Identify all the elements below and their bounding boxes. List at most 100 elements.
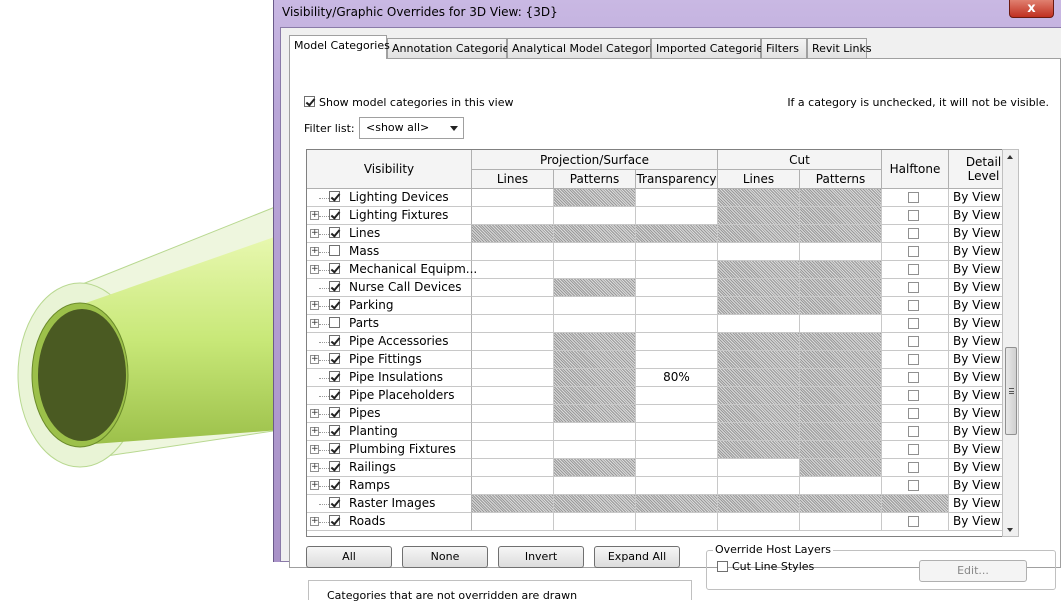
transparency-cell[interactable] bbox=[636, 207, 718, 225]
transparency-cell[interactable] bbox=[636, 405, 718, 423]
tab-imported-categories[interactable]: Imported Categories bbox=[651, 38, 769, 58]
projection-lines-cell[interactable] bbox=[472, 513, 554, 531]
transparency-cell[interactable] bbox=[636, 243, 718, 261]
projection-lines-cell[interactable] bbox=[472, 423, 554, 441]
halftone-checkbox[interactable] bbox=[908, 444, 919, 455]
expand-icon[interactable]: + bbox=[310, 247, 319, 256]
table-row[interactable]: + Parts By View bbox=[307, 315, 1018, 333]
cut-lines-cell[interactable] bbox=[718, 369, 800, 387]
transparency-cell[interactable] bbox=[636, 261, 718, 279]
table-row[interactable]: + Railings By View bbox=[307, 459, 1018, 477]
cut-lines-cell[interactable] bbox=[718, 261, 800, 279]
table-row[interactable]: Nurse Call Devices By View bbox=[307, 279, 1018, 297]
projection-patterns-cell[interactable] bbox=[554, 297, 636, 315]
expand-icon[interactable]: + bbox=[310, 229, 319, 238]
cut-lines-cell[interactable] bbox=[718, 495, 800, 513]
projection-patterns-cell[interactable] bbox=[554, 243, 636, 261]
cut-patterns-cell[interactable] bbox=[800, 405, 882, 423]
expand-icon[interactable]: + bbox=[310, 517, 319, 526]
cut-lines-cell[interactable] bbox=[718, 387, 800, 405]
cut-patterns-cell[interactable] bbox=[800, 513, 882, 531]
category-visibility-checkbox[interactable] bbox=[329, 425, 340, 436]
cut-line-styles-checkbox[interactable] bbox=[717, 561, 728, 572]
projection-patterns-cell[interactable] bbox=[554, 351, 636, 369]
close-button[interactable]: x bbox=[1009, 0, 1054, 18]
cut-lines-cell[interactable] bbox=[718, 225, 800, 243]
cut-patterns-cell[interactable] bbox=[800, 423, 882, 441]
cut-lines-cell[interactable] bbox=[718, 207, 800, 225]
projection-patterns-cell[interactable] bbox=[554, 261, 636, 279]
projection-lines-cell[interactable] bbox=[472, 405, 554, 423]
transparency-cell[interactable]: 80% bbox=[636, 369, 718, 387]
transparency-cell[interactable] bbox=[636, 297, 718, 315]
projection-lines-cell[interactable] bbox=[472, 441, 554, 459]
expand-icon[interactable]: + bbox=[310, 481, 319, 490]
projection-lines-cell[interactable] bbox=[472, 261, 554, 279]
cut-lines-cell[interactable] bbox=[718, 405, 800, 423]
invert-button[interactable]: Invert bbox=[498, 546, 584, 568]
halftone-checkbox[interactable] bbox=[908, 390, 919, 401]
category-visibility-checkbox[interactable] bbox=[329, 335, 340, 346]
cut-lines-cell[interactable] bbox=[718, 297, 800, 315]
cut-lines-cell[interactable] bbox=[718, 315, 800, 333]
table-row[interactable]: + Ramps By View bbox=[307, 477, 1018, 495]
cut-patterns-cell[interactable] bbox=[800, 495, 882, 513]
expand-icon[interactable]: + bbox=[310, 265, 319, 274]
projection-patterns-cell[interactable] bbox=[554, 459, 636, 477]
cut-patterns-cell[interactable] bbox=[800, 315, 882, 333]
projection-patterns-cell[interactable] bbox=[554, 225, 636, 243]
expand-icon[interactable]: + bbox=[310, 319, 319, 328]
projection-lines-cell[interactable] bbox=[472, 297, 554, 315]
projection-patterns-cell[interactable] bbox=[554, 495, 636, 513]
halftone-checkbox[interactable] bbox=[908, 516, 919, 527]
cut-lines-cell[interactable] bbox=[718, 351, 800, 369]
tab-filters[interactable]: Filters bbox=[761, 38, 807, 58]
category-visibility-checkbox[interactable] bbox=[329, 227, 340, 238]
table-row[interactable]: Lighting Devices By View bbox=[307, 189, 1018, 207]
projection-lines-cell[interactable] bbox=[472, 315, 554, 333]
table-row[interactable]: Pipe Placeholders By View bbox=[307, 387, 1018, 405]
none-button[interactable]: None bbox=[402, 546, 488, 568]
cut-patterns-cell[interactable] bbox=[800, 279, 882, 297]
halftone-checkbox[interactable] bbox=[908, 336, 919, 347]
cut-patterns-cell[interactable] bbox=[800, 297, 882, 315]
projection-patterns-cell[interactable] bbox=[554, 441, 636, 459]
cut-lines-cell[interactable] bbox=[718, 279, 800, 297]
category-visibility-checkbox[interactable] bbox=[329, 443, 340, 454]
table-row[interactable]: Pipe Insulations 80% By View bbox=[307, 369, 1018, 387]
halftone-checkbox[interactable] bbox=[908, 462, 919, 473]
halftone-checkbox[interactable] bbox=[908, 300, 919, 311]
projection-patterns-cell[interactable] bbox=[554, 423, 636, 441]
expand-all-button[interactable]: Expand All bbox=[594, 546, 680, 568]
cut-lines-cell[interactable] bbox=[718, 423, 800, 441]
projection-patterns-cell[interactable] bbox=[554, 405, 636, 423]
expand-icon[interactable]: + bbox=[310, 301, 319, 310]
transparency-cell[interactable] bbox=[636, 279, 718, 297]
projection-patterns-cell[interactable] bbox=[554, 207, 636, 225]
show-categories-checkbox[interactable] bbox=[304, 96, 315, 107]
transparency-cell[interactable] bbox=[636, 513, 718, 531]
halftone-checkbox[interactable] bbox=[908, 408, 919, 419]
projection-lines-cell[interactable] bbox=[472, 495, 554, 513]
transparency-cell[interactable] bbox=[636, 315, 718, 333]
halftone-checkbox[interactable] bbox=[908, 246, 919, 257]
halftone-checkbox[interactable] bbox=[908, 228, 919, 239]
projection-patterns-cell[interactable] bbox=[554, 189, 636, 207]
transparency-cell[interactable] bbox=[636, 225, 718, 243]
cut-patterns-cell[interactable] bbox=[800, 351, 882, 369]
projection-lines-cell[interactable] bbox=[472, 333, 554, 351]
category-visibility-checkbox[interactable] bbox=[329, 353, 340, 364]
category-visibility-checkbox[interactable] bbox=[329, 281, 340, 292]
tab-analytical-model-categories[interactable]: Analytical Model Categories bbox=[507, 38, 665, 58]
all-button[interactable]: All bbox=[306, 546, 392, 568]
category-visibility-checkbox[interactable] bbox=[329, 407, 340, 418]
halftone-checkbox[interactable] bbox=[908, 372, 919, 383]
projection-lines-cell[interactable] bbox=[472, 351, 554, 369]
halftone-checkbox[interactable] bbox=[908, 426, 919, 437]
halftone-checkbox[interactable] bbox=[908, 480, 919, 491]
category-visibility-checkbox[interactable] bbox=[329, 317, 340, 328]
transparency-cell[interactable] bbox=[636, 351, 718, 369]
table-row[interactable]: + Mass By View bbox=[307, 243, 1018, 261]
cut-lines-cell[interactable] bbox=[718, 189, 800, 207]
tab-annotation-categories[interactable]: Annotation Categories bbox=[387, 38, 515, 58]
